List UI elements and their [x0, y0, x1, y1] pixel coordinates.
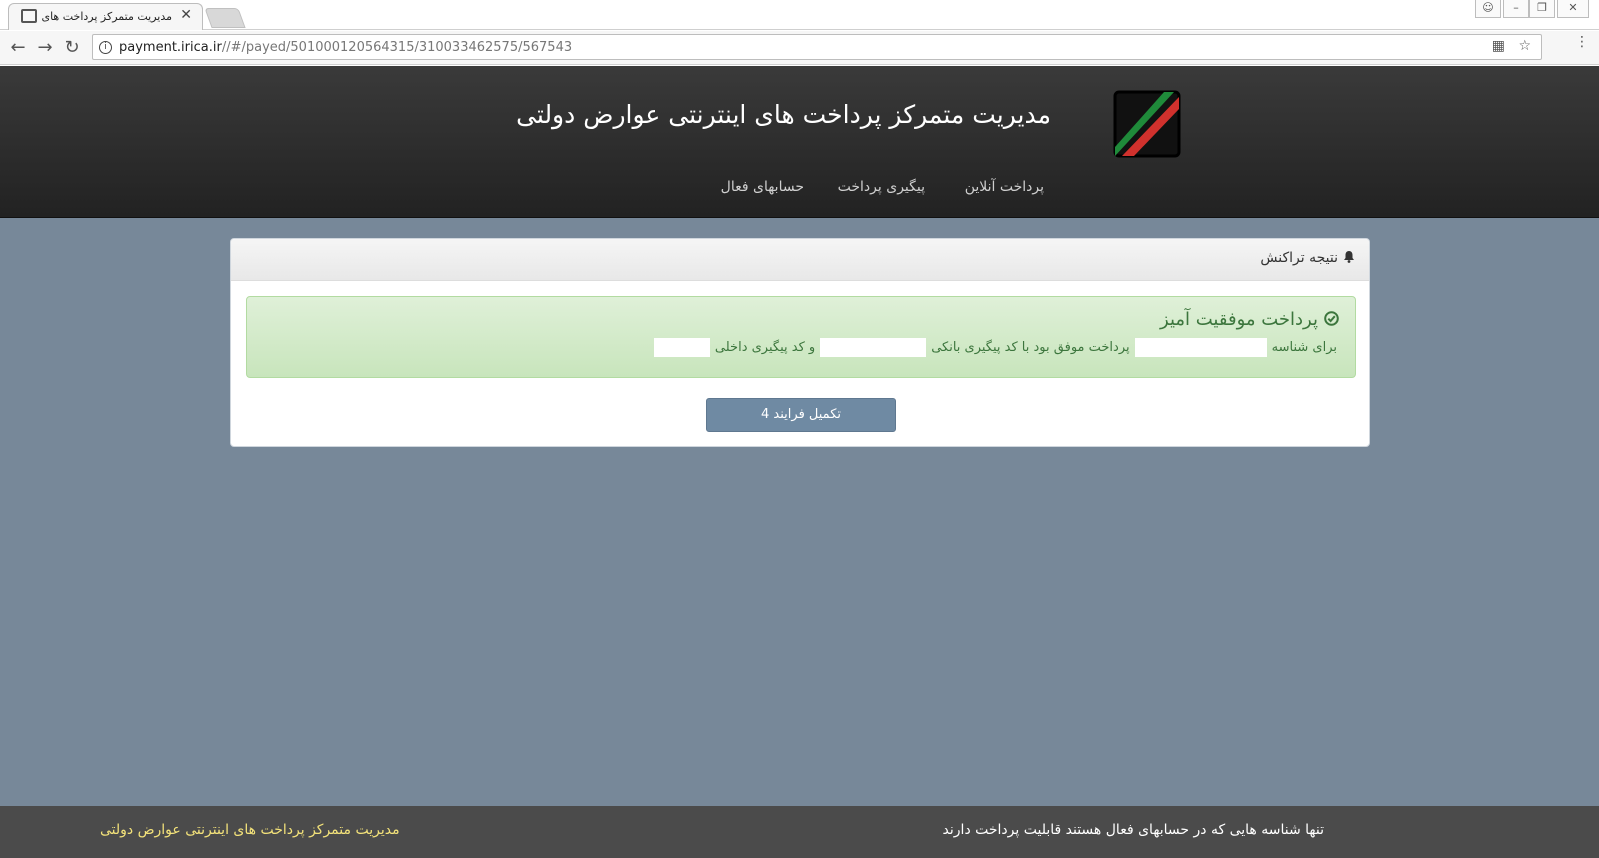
internal-tracking-code-value [653, 338, 710, 357]
logo [1113, 90, 1181, 158]
site-header: مدیریت متمرکز پرداخت های اینترنتی عوارض … [0, 66, 1599, 218]
menu-dots-icon[interactable]: ⋮ [1575, 35, 1589, 49]
translate-icon[interactable]: ▦ [1492, 38, 1505, 54]
alert-text-id: برای شناسه [1271, 340, 1337, 355]
minimize-button[interactable]: – [1503, 0, 1529, 18]
footer: مدیریت متمرکز پرداخت های اینترنتی عوارض … [0, 806, 1599, 858]
footer-note: تنها شناسه هایی که در حسابهای فعال هستند… [942, 822, 1324, 838]
alert-text-bank: پرداخت موفق بود با کد پیگیری بانکی [931, 340, 1130, 355]
payment-id-value [1134, 338, 1267, 357]
window-close-button[interactable]: ✕ [1557, 0, 1589, 18]
nav-online-payment[interactable]: پرداخت آنلاین [965, 179, 1044, 195]
close-icon[interactable]: ✕ [180, 7, 192, 23]
footer-site-name: مدیریت متمرکز پرداخت های اینترنتی عوارض … [100, 822, 400, 838]
success-alert: پرداخت موفقیت آمیز برای شناسه پرداخت موف… [246, 296, 1356, 378]
bell-icon [1344, 251, 1354, 263]
alert-title: پرداخت موفقیت آمیز [1160, 309, 1339, 330]
panel-title: نتیجه تراکنش [1260, 250, 1355, 266]
reload-icon[interactable]: ↻ [60, 36, 84, 60]
forward-arrow-icon[interactable]: → [33, 36, 57, 60]
alert-text-internal: و کد پیگیری داخلی [714, 340, 816, 355]
bank-tracking-code-value [820, 338, 927, 357]
user-icon[interactable]: ☺ [1475, 0, 1501, 18]
restore-button[interactable]: ❐ [1529, 0, 1555, 18]
star-icon[interactable]: ☆ [1518, 38, 1531, 54]
nav-active-accounts[interactable]: حسابهای فعال [721, 179, 804, 195]
browser-tabbar: مدیریت متمرکز پرداخت های ✕ ☺ – ❐ ✕ [0, 0, 1599, 30]
site-title: مدیریت متمرکز پرداخت های اینترنتی عوارض … [516, 100, 1051, 129]
back-arrow-icon[interactable]: ← [6, 36, 30, 60]
nav-payment-tracking[interactable]: پیگیری پرداخت [838, 179, 925, 195]
browser-tab[interactable]: مدیریت متمرکز پرداخت های ✕ [8, 3, 203, 30]
tab-title: مدیریت متمرکز پرداخت های [41, 10, 172, 23]
complete-process-button[interactable]: تکمیل فرایند 4 [706, 398, 896, 432]
alert-message: برای شناسه پرداخت موفق بود با کد پیگیری … [649, 338, 1337, 357]
url-text[interactable]: payment.irica.ir//#/payed/50100012056431… [119, 40, 572, 55]
address-bar[interactable]: i payment.irica.ir//#/payed/501000120564… [92, 34, 1542, 60]
browser-toolbar: ← → ↻ i payment.irica.ir//#/payed/501000… [0, 31, 1599, 65]
info-icon[interactable]: i [99, 41, 112, 54]
panel-header: نتیجه تراکنش [231, 239, 1369, 281]
monitor-icon [21, 9, 37, 23]
new-tab-button[interactable] [204, 8, 246, 28]
check-circle-icon [1324, 311, 1339, 326]
transaction-panel: نتیجه تراکنش پرداخت موفقیت آمیز برای شنا… [230, 238, 1370, 447]
